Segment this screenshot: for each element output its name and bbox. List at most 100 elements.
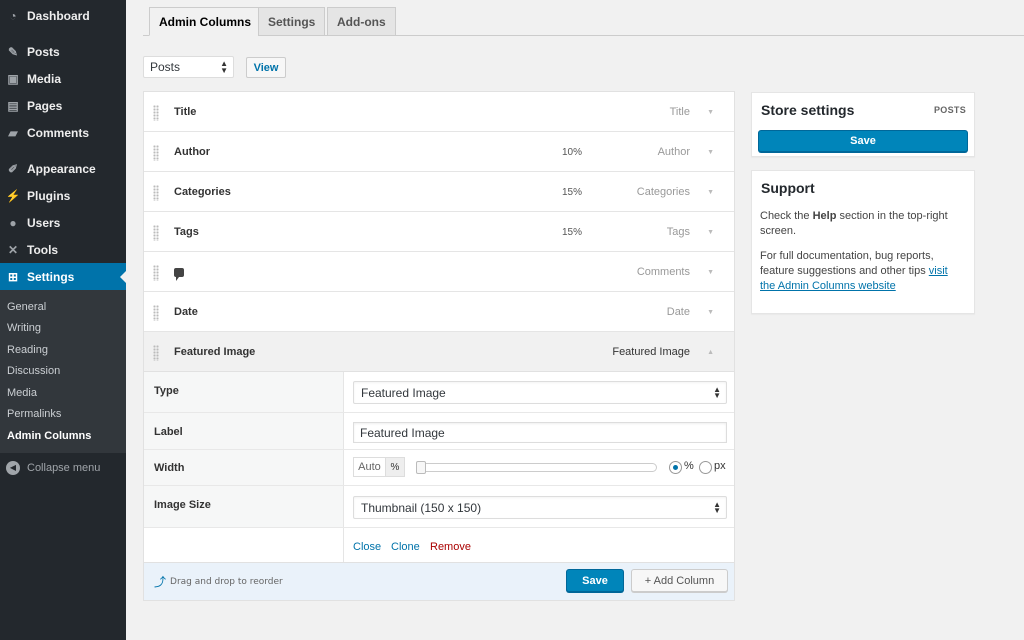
support-box: Support Check the Help section in the to… — [751, 170, 975, 314]
post-type-select[interactable]: Posts ▲ ▼ — [143, 56, 234, 78]
column-row-featured-image[interactable]: Featured Image Featured Image ▲ — [144, 332, 734, 372]
column-row-tags[interactable]: Tags 15% Tags ▼ — [144, 212, 734, 252]
support-text-help: Check the Help section in the top-right … — [760, 210, 948, 237]
menu-item-pages[interactable]: ▤ Pages — [0, 92, 126, 119]
menu-item-comments[interactable]: ▰ Comments — [0, 119, 126, 146]
submenu-item-writing[interactable]: Writing — [0, 318, 126, 340]
brush-icon: ✐ — [7, 161, 19, 176]
setting-label: Type — [144, 372, 344, 412]
unit-px-radio[interactable] — [699, 461, 712, 474]
toggle-down-icon[interactable]: ▼ — [707, 212, 714, 252]
image-size-value: Thumbnail (150 x 150) — [361, 500, 482, 515]
column-label: Categories — [174, 186, 231, 198]
menu-item-plugins[interactable]: ⚡ Plugins — [0, 182, 126, 209]
submenu-item-permalinks[interactable]: Permalinks — [0, 404, 126, 426]
menu-item-settings[interactable]: ⊞ Settings — [0, 263, 126, 290]
tab-settings[interactable]: Settings — [258, 7, 326, 36]
toggle-down-icon[interactable]: ▼ — [707, 172, 714, 212]
toggle-down-icon[interactable]: ▼ — [707, 132, 714, 172]
post-type-tag: POSTS — [933, 105, 966, 115]
setting-type: Type Featured Image ▲ ▼ — [144, 372, 734, 413]
settings-icon: ⊞ — [7, 269, 19, 284]
remove-link[interactable]: Remove — [430, 528, 471, 565]
add-column-button[interactable]: + Add Column — [631, 569, 728, 592]
column-label — [174, 252, 184, 292]
submenu-item-reading[interactable]: Reading — [0, 339, 126, 361]
toggle-up-icon[interactable]: ▲ — [707, 332, 714, 372]
unit-px-label: px — [714, 460, 726, 472]
image-size-select[interactable]: Thumbnail (150 x 150) ▲ ▼ — [353, 496, 727, 519]
toggle-down-icon[interactable]: ▼ — [707, 252, 714, 292]
submenu-item-general[interactable]: General — [0, 296, 126, 318]
drag-handle-icon[interactable] — [153, 105, 159, 121]
support-text-docs: For full documentation, bug reports, fea… — [760, 250, 948, 292]
toggle-down-icon[interactable]: ▼ — [707, 92, 714, 132]
clone-link[interactable]: Clone — [391, 528, 420, 565]
collapse-label: Collapse menu — [27, 461, 101, 474]
drag-handle-icon[interactable] — [153, 225, 159, 241]
collapse-icon: ◀ — [6, 460, 20, 475]
menu-item-media[interactable]: ▣ Media — [0, 65, 126, 92]
column-type: Featured Image — [612, 346, 690, 358]
drag-hint: ⤴ Drag and drop to reorder — [154, 573, 283, 590]
collapse-menu-button[interactable]: ◀ Collapse menu — [0, 453, 126, 483]
slider-handle[interactable] — [416, 461, 426, 474]
width-input[interactable]: Auto — [353, 457, 386, 477]
settings-submenu: General Writing Reading Discussion Media… — [0, 290, 126, 453]
tab-admin-columns[interactable]: Admin Columns — [149, 7, 261, 36]
nav-tabs: Admin Columns Settings Add-ons — [143, 7, 1024, 36]
type-select[interactable]: Featured Image ▲ ▼ — [353, 381, 727, 404]
toggle-down-icon[interactable]: ▼ — [707, 292, 714, 332]
label-input[interactable] — [353, 422, 727, 443]
column-row-comments[interactable]: Comments ▼ — [144, 252, 734, 292]
submenu-item-admin-columns[interactable]: Admin Columns — [0, 425, 126, 447]
store-save-button[interactable]: Save — [758, 130, 968, 152]
width-slider[interactable] — [416, 461, 657, 474]
pages-icon: ▤ — [7, 98, 19, 113]
submenu-item-discussion[interactable]: Discussion — [0, 361, 126, 383]
submenu-item-media[interactable]: Media — [0, 382, 126, 404]
comment-icon: ▰ — [8, 125, 18, 140]
menu-label: Posts — [27, 44, 60, 59]
column-label: Date — [174, 306, 198, 318]
setting-label: Image Size — [144, 486, 344, 527]
setting-label-row: Label — [144, 413, 734, 450]
column-row-title[interactable]: Title Title ▼ — [144, 92, 734, 132]
drag-handle-icon[interactable] — [153, 145, 159, 161]
menu-item-tools[interactable]: ✕ Tools — [0, 236, 126, 263]
curved-arrow-icon: ⤴ — [154, 575, 167, 589]
media-icon: ▣ — [7, 71, 19, 86]
drag-handle-icon[interactable] — [153, 265, 159, 281]
menu-item-dashboard[interactable]: ◔ Dashboard — [0, 2, 126, 29]
drag-handle-icon[interactable] — [153, 305, 159, 321]
post-type-value: Posts — [150, 60, 181, 74]
user-icon: ● — [9, 215, 17, 230]
column-type: Categories — [636, 186, 690, 198]
width-unit-indicator: % — [385, 457, 405, 477]
column-label: Tags — [174, 226, 199, 238]
menu-item-posts[interactable]: ✎ Posts — [0, 38, 126, 65]
unit-percent-radio[interactable] — [669, 461, 682, 474]
menu-item-appearance[interactable]: ✐ Appearance — [0, 155, 126, 182]
drag-handle-icon[interactable] — [153, 345, 159, 361]
save-button[interactable]: Save — [566, 569, 624, 592]
updown-arrow-icon: ▲ ▼ — [713, 385, 721, 400]
setting-width: Width Auto % % px — [144, 450, 734, 486]
column-row-categories[interactable]: Categories 15% Categories ▼ — [144, 172, 734, 212]
updown-arrow-icon: ▲ ▼ — [220, 59, 228, 75]
box-title: Store settings — [761, 102, 855, 118]
menu-label: Media — [27, 71, 62, 86]
column-row-date[interactable]: Date Date ▼ — [144, 292, 734, 332]
column-row-author[interactable]: Author 10% Author ▼ — [144, 132, 734, 172]
tab-add-ons[interactable]: Add-ons — [327, 7, 396, 36]
view-button[interactable]: View — [246, 57, 286, 78]
unit-percent-label: % — [684, 460, 694, 472]
menu-label: Dashboard — [27, 8, 90, 23]
setting-label: Width — [144, 450, 344, 485]
drag-handle-icon[interactable] — [153, 185, 159, 201]
column-width: 10% — [562, 146, 583, 158]
column-type: Comments — [636, 266, 690, 278]
menu-label: Appearance — [27, 161, 96, 176]
close-link[interactable]: Close — [353, 528, 381, 565]
menu-item-users[interactable]: ● Users — [0, 209, 126, 236]
